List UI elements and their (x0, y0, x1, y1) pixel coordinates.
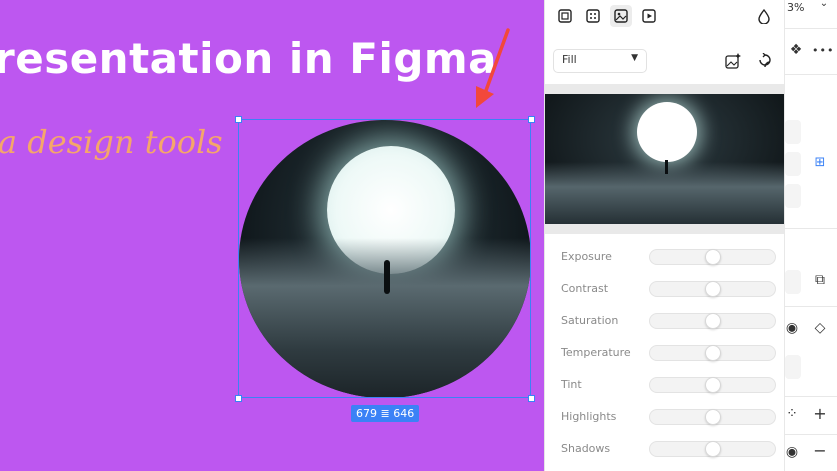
divider (785, 434, 837, 435)
more-options[interactable]: ••• (812, 44, 834, 57)
drop-icon (758, 8, 770, 24)
red-arrow-annotation (476, 28, 510, 108)
add-icon[interactable]: + (811, 404, 829, 423)
spacing-field[interactable] (785, 184, 801, 208)
resize-handle-top-left[interactable] (235, 116, 242, 123)
image-preview (545, 84, 785, 234)
divider (785, 396, 837, 397)
frame-icon (558, 9, 572, 23)
contrast-slider[interactable] (649, 281, 776, 297)
design-sidebar: 3% ⌄ ❖ ••• ⊞ ⧉ ◉ ◇ ⁘ + ◉ − (784, 0, 837, 471)
eye-icon[interactable]: ◉ (783, 320, 801, 336)
rotate-icon (759, 53, 771, 68)
grid-icon (586, 9, 600, 23)
tab-video[interactable] (638, 5, 660, 27)
highlights-slider[interactable] (649, 409, 776, 425)
tab-solid[interactable] (554, 5, 576, 27)
resize-handle-top-right[interactable] (528, 116, 535, 123)
remove-icon[interactable]: − (811, 441, 829, 460)
adjust-label: Contrast (561, 282, 609, 295)
temperature-slider[interactable] (649, 345, 776, 361)
adjust-tint: Tint (561, 377, 777, 395)
resize-handle-bottom-right[interactable] (528, 395, 535, 402)
adjust-label: Saturation (561, 314, 619, 327)
resize-handle-bottom-left[interactable] (235, 395, 242, 402)
align-field[interactable] (785, 120, 801, 144)
slider-knob[interactable] (705, 377, 721, 393)
drop-icon[interactable]: ◇ (811, 320, 829, 336)
adjust-label: Exposure (561, 250, 612, 263)
slide-subtitle: a design tools (0, 123, 223, 161)
styles-icon[interactable]: ⁘ (783, 406, 801, 422)
constraint-icon[interactable]: ⊞ (811, 155, 829, 170)
tab-pattern[interactable] (582, 5, 604, 27)
divider (785, 74, 837, 75)
image-properties-panel: Fill ▼ Exposure Contrast Saturation Temp… (544, 0, 785, 471)
tint-slider[interactable] (649, 377, 776, 393)
preview-moon (637, 102, 697, 162)
dimensions-badge: 679 ≣ 646 (351, 405, 420, 422)
adjust-label: Highlights (561, 410, 617, 423)
adjust-contrast: Contrast (561, 281, 777, 299)
adjust-temperature: Temperature (561, 345, 777, 363)
dimension-separator: ≣ (380, 407, 390, 420)
dimension-height: 646 (393, 407, 415, 420)
slider-knob[interactable] (705, 281, 721, 297)
layer-field[interactable] (785, 355, 801, 379)
adjust-label: Temperature (561, 346, 631, 359)
fill-mode-value: Fill (562, 53, 577, 66)
position-field[interactable] (785, 152, 801, 176)
slider-knob[interactable] (705, 313, 721, 329)
adjust-shadows: Shadows (561, 441, 777, 459)
divider (785, 228, 837, 229)
component-icon[interactable]: ❖ (787, 42, 805, 58)
zoom-level[interactable]: 3% (787, 1, 804, 14)
chevron-down-icon: ▼ (631, 53, 638, 63)
preview-figure (665, 160, 668, 174)
adjust-saturation: Saturation (561, 313, 777, 331)
figma-canvas[interactable]: resentation in Figma a design tools 679 … (0, 0, 545, 471)
slide-title: resentation in Figma (0, 34, 498, 83)
exposure-slider[interactable] (649, 249, 776, 265)
divider (785, 306, 837, 307)
eye-icon[interactable]: ◉ (783, 444, 801, 460)
ai-image-icon (725, 53, 741, 69)
resize-icon[interactable]: ⧉ (811, 272, 829, 288)
zoom-chevron-icon[interactable]: ⌄ (815, 0, 833, 9)
fill-type-tabs (545, 0, 785, 34)
ai-image-button[interactable] (723, 51, 743, 71)
dimension-width: 679 (356, 407, 377, 420)
video-icon (642, 9, 656, 23)
fill-mode-select[interactable]: Fill ▼ (553, 49, 647, 73)
size-field[interactable] (785, 270, 801, 294)
slider-knob[interactable] (705, 249, 721, 265)
opacity-toggle[interactable] (753, 5, 775, 27)
adjust-exposure: Exposure (561, 249, 777, 267)
shadows-slider[interactable] (649, 441, 776, 457)
adjust-label: Tint (561, 378, 582, 391)
adjust-label: Shadows (561, 442, 611, 455)
preview-image (545, 94, 785, 224)
rotate-button[interactable] (755, 51, 775, 71)
selection-box[interactable] (238, 119, 531, 398)
slider-knob[interactable] (705, 441, 721, 457)
image-icon (614, 9, 628, 23)
saturation-slider[interactable] (649, 313, 776, 329)
slider-knob[interactable] (705, 409, 721, 425)
slider-knob[interactable] (705, 345, 721, 361)
tab-image[interactable] (610, 5, 632, 27)
divider (785, 28, 837, 29)
adjust-highlights: Highlights (561, 409, 777, 427)
